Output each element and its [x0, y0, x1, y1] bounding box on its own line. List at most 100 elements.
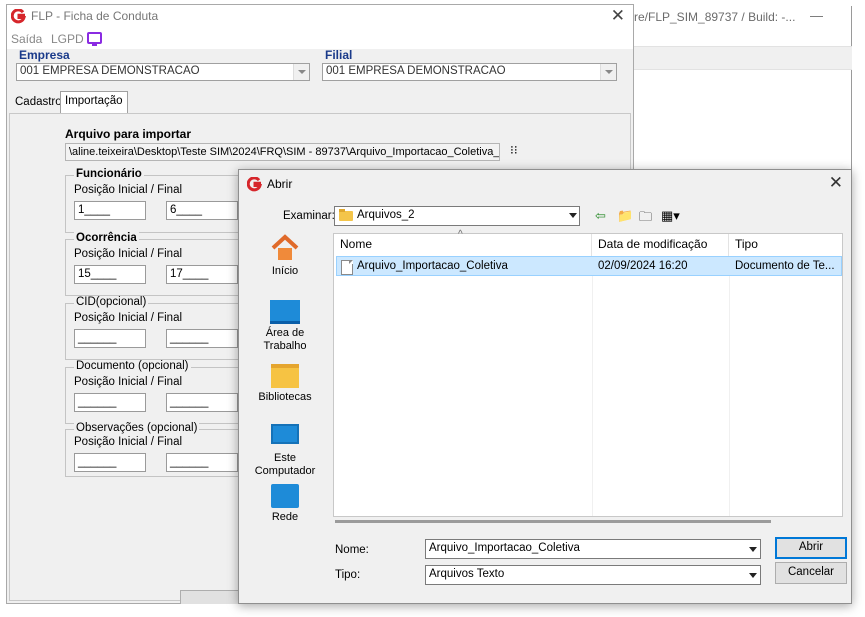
nome-value: Arquivo_Importacao_Coletiva [429, 542, 580, 554]
cid-start-input[interactable]: ______ [74, 329, 146, 348]
observacoes-end-input[interactable]: ______ [166, 453, 238, 472]
home-icon [270, 234, 300, 262]
column-header-tipo[interactable]: Tipo [729, 234, 842, 256]
place-inicio[interactable]: Início [243, 234, 327, 278]
column-divider [729, 256, 730, 516]
open-file-dialog: Abrir ✕ Examinar: Arquivos_2 ⇦ 📁 🗀 ▦▾ In… [238, 169, 852, 604]
nome-input[interactable]: Arquivo_Importacao_Coletiva [425, 539, 761, 559]
new-folder-icon[interactable]: 🗀 [639, 208, 652, 230]
column-header-nome[interactable]: Nome [334, 234, 592, 256]
observacoes-start-input[interactable]: ______ [74, 453, 146, 472]
nome-label: Nome: [335, 544, 369, 556]
cancel-button[interactable]: Cancelar [775, 562, 847, 584]
filial-value: 001 EMPRESA DEMONSTRACAO [326, 65, 506, 77]
cid-group: CID(opcional) Posição Inicial / Final __… [65, 296, 245, 360]
group-title: Documento (opcional) [74, 360, 191, 372]
empresa-value: 001 EMPRESA DEMONSTRACAO [20, 65, 200, 77]
chevron-down-icon[interactable] [749, 573, 757, 578]
app-logo-icon [11, 9, 26, 24]
empresa-label: Empresa [19, 48, 70, 62]
file-list: ^ Nome Data de modificação Tipo Arquivo_… [333, 229, 843, 517]
documento-group: Documento (opcional) Posição Inicial / F… [65, 360, 245, 424]
examinar-select[interactable]: Arquivos_2 [334, 206, 580, 226]
empresa-select[interactable]: 001 EMPRESA DEMONSTRACAO [16, 63, 310, 81]
tab-cadastro[interactable]: Cadastro [11, 93, 66, 113]
arquivo-label: Arquivo para importar [65, 127, 192, 141]
network-icon [271, 484, 299, 508]
menu-bar: Saída LGPD [7, 29, 633, 49]
group-title: CID(opcional) [74, 296, 149, 308]
close-icon[interactable]: ✕ [611, 6, 625, 26]
place-label: Bibliotecas [258, 391, 312, 403]
documento-end-input[interactable]: ______ [166, 393, 238, 412]
place-rede[interactable]: Rede [243, 484, 327, 524]
open-button[interactable]: Abrir [775, 537, 847, 559]
tipo-select[interactable]: Arquivos Texto [425, 565, 761, 585]
group-subtitle: Posição Inicial / Final [74, 312, 183, 324]
horizontal-scrollbar[interactable] [335, 520, 771, 523]
group-title: Observações (opcional) [74, 422, 200, 434]
place-label: Área de Trabalho [263, 327, 307, 352]
desktop-icon [270, 300, 300, 324]
chevron-down-icon[interactable] [749, 547, 757, 552]
browse-folder-icon[interactable]: ⁝⁝ [510, 143, 518, 157]
ocorrencia-group: Ocorrência Posição Inicial / Final 15___… [65, 232, 245, 296]
funcionario-end-input[interactable]: 6____ [166, 201, 238, 220]
partial-button[interactable] [180, 590, 240, 604]
group-subtitle: Posição Inicial / Final [74, 248, 183, 260]
group-subtitle: Posição Inicial / Final [74, 184, 183, 196]
group-title: Funcionário [74, 168, 144, 180]
background-toolbar [632, 46, 852, 70]
menu-lgpd[interactable]: LGPD [51, 32, 84, 46]
group-subtitle: Posição Inicial / Final [74, 436, 183, 448]
text-file-icon [341, 260, 353, 275]
cid-end-input[interactable]: ______ [166, 329, 238, 348]
background-window-title: re/FLP_SIM_89737 / Build: -... [634, 10, 796, 24]
file-row[interactable]: Arquivo_Importacao_Coletiva 02/09/2024 1… [336, 256, 842, 276]
chevron-down-icon[interactable] [569, 213, 577, 218]
group-subtitle: Posição Inicial / Final [74, 376, 183, 388]
filial-label: Filial [325, 48, 353, 62]
place-bibliotecas[interactable]: Bibliotecas [243, 364, 327, 404]
place-area-de-trabalho[interactable]: Área de Trabalho [243, 300, 327, 353]
file-name: Arquivo_Importacao_Coletiva [357, 260, 508, 272]
ocorrencia-end-input[interactable]: 17____ [166, 265, 238, 284]
app-logo-icon [247, 177, 262, 192]
tipo-value: Arquivos Texto [429, 568, 505, 580]
main-window-title: FLP - Ficha de Conduta [31, 9, 159, 23]
funcionario-group: Funcionário Posição Inicial / Final 1___… [65, 168, 245, 233]
back-icon[interactable]: ⇦ [595, 208, 606, 224]
menu-saida[interactable]: Saída [11, 32, 42, 46]
view-menu-icon[interactable]: ▦▾ [661, 208, 680, 224]
tipo-label: Tipo: [335, 569, 361, 581]
ocorrencia-start-input[interactable]: 15____ [74, 265, 146, 284]
chevron-down-icon[interactable] [293, 64, 309, 80]
file-type: Documento de Te... [735, 260, 835, 272]
filial-select[interactable]: 001 EMPRESA DEMONSTRACAO [322, 63, 617, 81]
funcionario-start-input[interactable]: 1____ [74, 201, 146, 220]
file-date: 02/09/2024 16:20 [598, 260, 688, 272]
tab-importacao[interactable]: Importação [60, 91, 128, 113]
examinar-value: Arquivos_2 [357, 209, 415, 221]
place-este-computador[interactable]: Este Computador [243, 424, 327, 478]
observacoes-group: Observações (opcional) Posição Inicial /… [65, 422, 245, 477]
computer-icon [271, 424, 299, 444]
column-header-data[interactable]: Data de modificação [592, 234, 729, 256]
main-titlebar: FLP - Ficha de Conduta ✕ [7, 5, 633, 29]
examinar-label: Examinar: [283, 210, 335, 222]
place-label: Início [271, 265, 299, 277]
minimize-button[interactable]: — [810, 8, 823, 23]
column-divider [592, 256, 593, 516]
group-title: Ocorrência [74, 232, 139, 244]
close-icon[interactable]: ✕ [829, 173, 843, 193]
arquivo-path-field[interactable]: \aline.teixeira\Desktop\Teste SIM\2024\F… [65, 143, 500, 161]
chevron-down-icon[interactable] [600, 64, 616, 80]
library-icon [271, 364, 299, 388]
folder-icon [339, 209, 353, 221]
place-label: Rede [271, 511, 299, 523]
up-folder-icon[interactable]: 📁 [617, 208, 633, 224]
dialog-title: Abrir [267, 177, 293, 191]
monitor-icon[interactable] [87, 32, 102, 46]
documento-start-input[interactable]: ______ [74, 393, 146, 412]
place-label: Este Computador [254, 452, 316, 477]
